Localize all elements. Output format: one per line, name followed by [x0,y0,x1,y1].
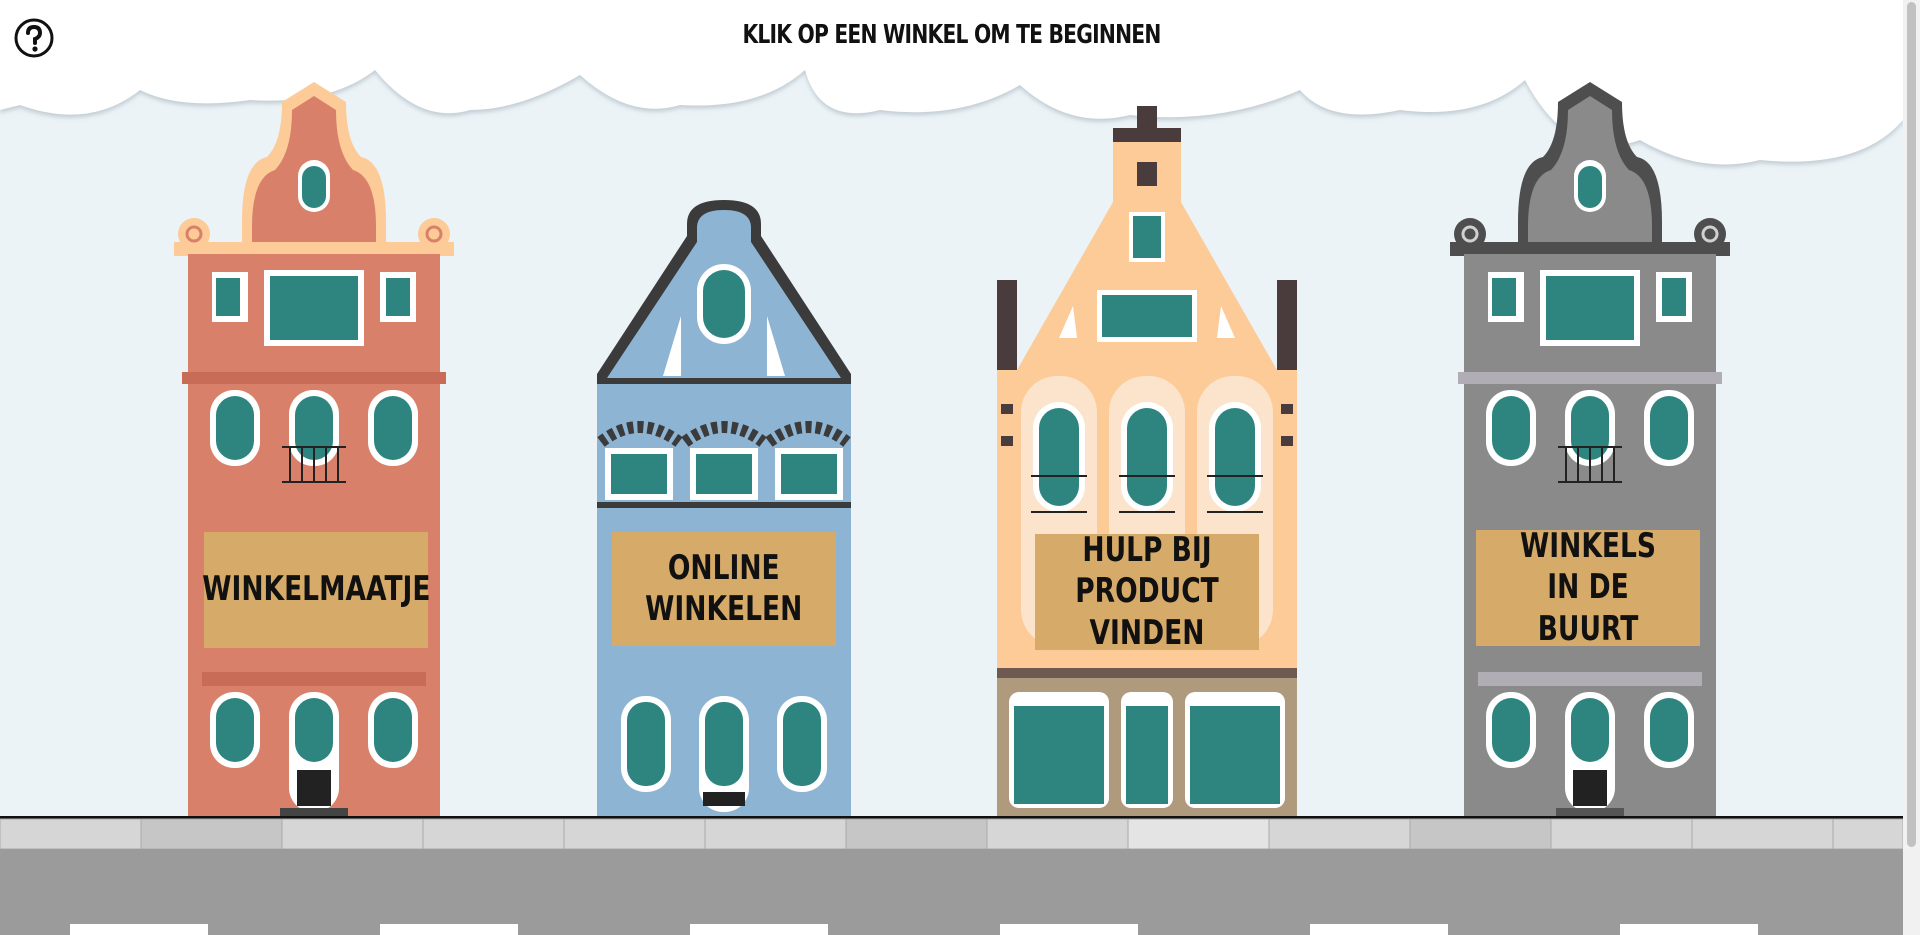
scrollbar-thumb[interactable] [1907,2,1916,847]
peach-canal-house-illustration [997,106,1297,818]
shop-winkels-in-de-buurt[interactable]: WINKELS IN DE BUURT [1448,82,1732,818]
shop-sign-online-winkelen: ONLINE WINKELEN [612,532,836,646]
shop-label: WINKELMAATJE [201,569,431,610]
grey-canal-house-illustration [1450,82,1730,818]
shop-winkelmaatje[interactable]: WINKELMAATJE [172,82,456,818]
sidewalk [0,818,1903,850]
shop-label: HULP BIJ PRODUCT VINDEN [1075,529,1219,653]
blue-canal-house-illustration [597,200,851,818]
street [0,816,1903,935]
question-circle-icon [14,18,54,58]
shop-sign-hulp-bij-product-vinden: HULP BIJ PRODUCT VINDEN [1035,530,1259,653]
shop-sign-winkels-in-de-buurt: WINKELS IN DE BUURT [1476,526,1700,649]
shop-hulp-bij-product-vinden[interactable]: HULP BIJ PRODUCT VINDEN [997,106,1297,818]
page-title: KLIK OP EEN WINKEL OM TE BEGINNEN [742,20,1161,50]
road [0,849,1903,935]
help-button[interactable] [14,18,54,58]
app-stage: KLIK OP EEN WINKEL OM TE BEGINNEN WINKEL… [0,0,1920,935]
shop-label: ONLINE WINKELEN [645,547,803,629]
shop-sign-winkelmaatje: WINKELMAATJE [201,532,431,648]
shop-label: WINKELS IN DE BUURT [1520,525,1656,649]
red-canal-house-illustration [174,82,454,818]
vertical-scrollbar[interactable] [1903,0,1920,935]
shop-online-winkelen[interactable]: ONLINE WINKELEN [597,198,851,818]
